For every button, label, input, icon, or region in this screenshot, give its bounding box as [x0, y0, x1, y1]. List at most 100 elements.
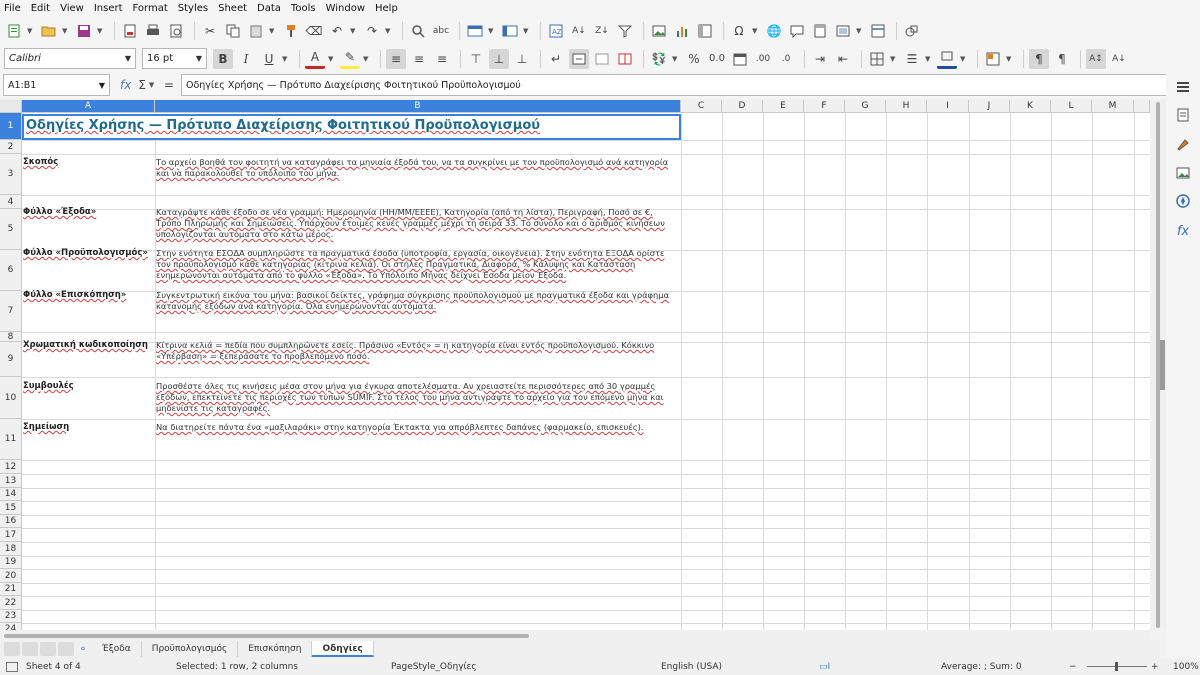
- hyperlink-icon[interactable]: 🌐: [764, 21, 784, 41]
- chevron-down-icon[interactable]: ▼: [1006, 55, 1013, 63]
- gallery-icon[interactable]: [1174, 164, 1192, 182]
- chevron-down-icon[interactable]: ▼: [752, 27, 759, 35]
- sidebar-menu-icon[interactable]: [1174, 78, 1192, 96]
- column-header-m[interactable]: M: [1092, 100, 1134, 113]
- cell-a11[interactable]: Σημείωση: [22, 419, 155, 460]
- chevron-down-icon[interactable]: ▼: [97, 27, 104, 35]
- open-folder-icon[interactable]: [39, 21, 59, 41]
- column-header-i[interactable]: I: [927, 100, 969, 113]
- next-sheet-button[interactable]: [40, 642, 56, 656]
- chevron-down-icon[interactable]: ▼: [385, 27, 392, 35]
- chevron-down-icon[interactable]: ▼: [363, 55, 370, 63]
- row-header-2[interactable]: 2: [0, 140, 22, 154]
- row-header-3[interactable]: 3: [0, 154, 22, 195]
- menu-help[interactable]: Help: [375, 3, 404, 14]
- column-header-j[interactable]: J: [969, 100, 1010, 113]
- zoom-out-icon[interactable]: −: [1069, 662, 1083, 672]
- zoom-slider[interactable]: [1087, 662, 1147, 671]
- menu-file[interactable]: File: [4, 3, 27, 14]
- chevron-down-icon[interactable]: ▼: [350, 27, 357, 35]
- number-format-icon[interactable]: 0.0: [707, 49, 727, 69]
- row-header-9[interactable]: 9: [0, 342, 22, 377]
- menu-format[interactable]: Format: [133, 3, 174, 14]
- add-sheet-icon[interactable]: ⚬: [74, 644, 92, 655]
- column-header-k[interactable]: K: [1010, 100, 1051, 113]
- row-header-15[interactable]: 15: [0, 501, 22, 515]
- name-box[interactable]: A1:B1 ▼: [3, 74, 110, 96]
- cell-b10[interactable]: Προσθέστε όλες τις κινήσεις μέσα στον μή…: [155, 378, 680, 419]
- language[interactable]: English (USA): [661, 662, 819, 672]
- chevron-down-icon[interactable]: ▼: [488, 27, 495, 35]
- find-replace-icon[interactable]: [408, 21, 428, 41]
- menu-tools[interactable]: Tools: [291, 3, 322, 14]
- font-color-icon[interactable]: A: [305, 49, 325, 69]
- zoom-slider-thumb[interactable]: [1115, 662, 1118, 671]
- merge-center-icon[interactable]: [569, 48, 589, 69]
- cell-a10[interactable]: Συμβουλές: [22, 378, 155, 419]
- menu-view[interactable]: View: [60, 3, 90, 14]
- row-header-4[interactable]: 4: [0, 195, 22, 209]
- clear-formatting-icon[interactable]: ⌫: [304, 21, 324, 41]
- splitter-handle[interactable]: [1160, 340, 1165, 390]
- menu-window[interactable]: Window: [326, 3, 371, 14]
- autofilter-icon[interactable]: [615, 21, 635, 41]
- column-header-c[interactable]: C: [681, 100, 722, 113]
- currency-format-icon[interactable]: 💱: [649, 49, 669, 69]
- text-direction-rtl-icon[interactable]: ¶: [1052, 49, 1072, 69]
- tab-budget[interactable]: Προϋπολογισμός: [142, 641, 239, 657]
- formula-input[interactable]: Οδηγίες Χρήσης — Πρότυπο Διαχείρισης Φοι…: [180, 74, 1167, 96]
- special-character-icon[interactable]: Ω: [729, 21, 749, 41]
- row-header-13[interactable]: 13: [0, 474, 22, 488]
- row-header-10[interactable]: 10: [0, 377, 22, 419]
- spellcheck-icon[interactable]: abc: [431, 21, 451, 41]
- vertical-scrollbar[interactable]: [1150, 100, 1166, 630]
- chevron-down-icon[interactable]: ▼: [890, 55, 897, 63]
- row-header-18[interactable]: 18: [0, 542, 22, 556]
- sort-ascending-icon[interactable]: A↓: [569, 21, 589, 41]
- zoom-in-icon[interactable]: +: [1151, 662, 1165, 672]
- highlight-color-icon[interactable]: ✎: [340, 49, 360, 69]
- export-pdf-icon[interactable]: [120, 21, 140, 41]
- styles-icon[interactable]: [1174, 135, 1192, 153]
- show-draw-functions-icon[interactable]: [902, 21, 922, 41]
- comment-icon[interactable]: [787, 21, 807, 41]
- pivot-table-icon[interactable]: [695, 21, 715, 41]
- cell-b7[interactable]: Συγκεντρωτική εικόνα του μήνα: βασικοί δ…: [155, 287, 680, 328]
- clone-formatting-icon[interactable]: [281, 21, 301, 41]
- sort-icon[interactable]: AZ: [546, 21, 566, 41]
- row-header-7[interactable]: 7: [0, 291, 22, 332]
- row-icon[interactable]: [465, 21, 485, 41]
- functions-icon[interactable]: fx: [1174, 222, 1192, 240]
- row-header-22[interactable]: 22: [0, 596, 22, 610]
- cell-b5[interactable]: Καταγράψτε κάθε έξοδο σε νέα γραμμή: Ημε…: [155, 204, 680, 245]
- properties-icon[interactable]: [1174, 106, 1192, 124]
- row-header-1[interactable]: 1: [0, 113, 22, 140]
- column-header-l[interactable]: L: [1051, 100, 1092, 113]
- italic-icon[interactable]: I: [236, 49, 256, 69]
- copy-icon[interactable]: [223, 21, 243, 41]
- formula-equals-icon[interactable]: =: [164, 78, 174, 92]
- save-icon[interactable]: [74, 21, 94, 41]
- chevron-down-icon[interactable]: ▼: [269, 27, 276, 35]
- row-header-12[interactable]: 12: [0, 460, 22, 474]
- border-color-icon[interactable]: [937, 49, 957, 69]
- cell-a9[interactable]: Χρωματική κωδικοποίηση: [22, 337, 155, 372]
- print-preview-icon[interactable]: [166, 21, 186, 41]
- column-header-g[interactable]: G: [845, 100, 886, 113]
- borders-icon[interactable]: [867, 49, 887, 69]
- bold-icon[interactable]: B: [213, 48, 233, 69]
- font-size-combo[interactable]: 16 pt ▼: [142, 48, 207, 69]
- column-header-f[interactable]: F: [804, 100, 845, 113]
- chevron-down-icon[interactable]: ▼: [672, 55, 679, 63]
- column-icon[interactable]: [500, 21, 520, 41]
- undo-icon[interactable]: ↶: [327, 21, 347, 41]
- insert-chart-icon[interactable]: [672, 21, 692, 41]
- chevron-down-icon[interactable]: ▼: [282, 55, 289, 63]
- menu-styles[interactable]: Styles: [178, 3, 214, 14]
- unmerge-cells-icon[interactable]: [615, 49, 635, 69]
- row-header-11[interactable]: 11: [0, 419, 22, 460]
- column-header-e[interactable]: E: [763, 100, 804, 113]
- redo-icon[interactable]: ↷: [362, 21, 382, 41]
- chevron-down-icon[interactable]: ▼: [523, 27, 530, 35]
- cell-a3[interactable]: Σκοπός: [22, 154, 155, 195]
